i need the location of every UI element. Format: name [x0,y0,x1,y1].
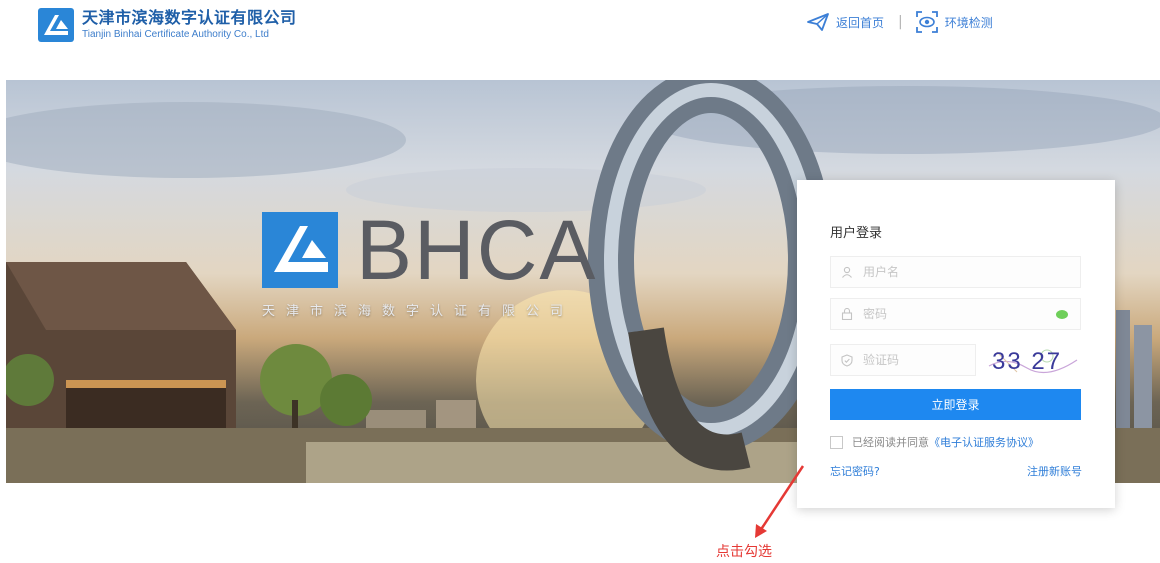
brand-name: BHCA [356,203,598,297]
company-logo[interactable]: 天津市滨海数字认证有限公司 Tianjin Binhai Certificate… [38,8,297,42]
brand-block: BHCA 天津市滨海数字认证有限公司 [262,203,598,319]
nav-separator: | [898,14,903,30]
login-panel: 用户登录 33 27 立即登录 已经阅读并同意《电子认证服 [797,180,1115,508]
home-link[interactable]: 返回首页 [806,12,884,32]
bhca-logo-icon [38,8,74,42]
password-input[interactable] [861,306,1045,322]
password-field[interactable] [830,298,1081,330]
agreement-checkbox[interactable] [830,435,843,449]
company-name-en: Tianjin Binhai Certificate Authority Co.… [82,29,269,40]
bhca-brand-logo-icon [262,212,338,288]
paper-plane-icon [807,13,829,31]
service-agreement-link[interactable]: 《电子认证服务协议》 [929,436,1039,449]
lock-icon [841,308,853,320]
env-check-link[interactable]: 环境检测 [915,10,993,34]
username-field[interactable] [830,256,1081,288]
agreement-text: 已经阅读并同意《电子认证服务协议》 [852,434,1039,450]
env-check-label: 环境检测 [944,15,993,30]
register-link[interactable]: 注册新账号 [1027,463,1082,479]
eye-scan-icon [915,11,938,33]
callout-label: 点击勾选 [716,544,772,560]
login-submit-button[interactable]: 立即登录 [830,389,1081,420]
captcha-image[interactable]: 33 27 [987,342,1081,378]
agreement-prefix: 已经阅读并同意 [852,436,929,449]
captcha-text: 33 27 [992,348,1063,375]
shield-icon [841,353,853,367]
captcha-field[interactable] [830,344,976,376]
forgot-password-link[interactable]: 忘记密码? [830,463,880,479]
top-nav: 返回首页 | 环境检测 [806,10,993,34]
agreement-row: 已经阅读并同意《电子认证服务协议》 [830,434,1039,450]
username-input[interactable] [861,264,1045,280]
brand-subtitle: 天津市滨海数字认证有限公司 [262,304,575,319]
user-icon [842,266,852,278]
company-name-cn: 天津市滨海数字认证有限公司 [82,8,297,27]
home-link-label: 返回首页 [836,15,885,30]
captcha-input[interactable] [861,352,965,368]
login-title: 用户登录 [830,226,883,241]
eye-toggle-icon[interactable] [1056,310,1068,319]
top-header: 天津市滨海数字认证有限公司 Tianjin Binhai Certificate… [0,0,1160,60]
